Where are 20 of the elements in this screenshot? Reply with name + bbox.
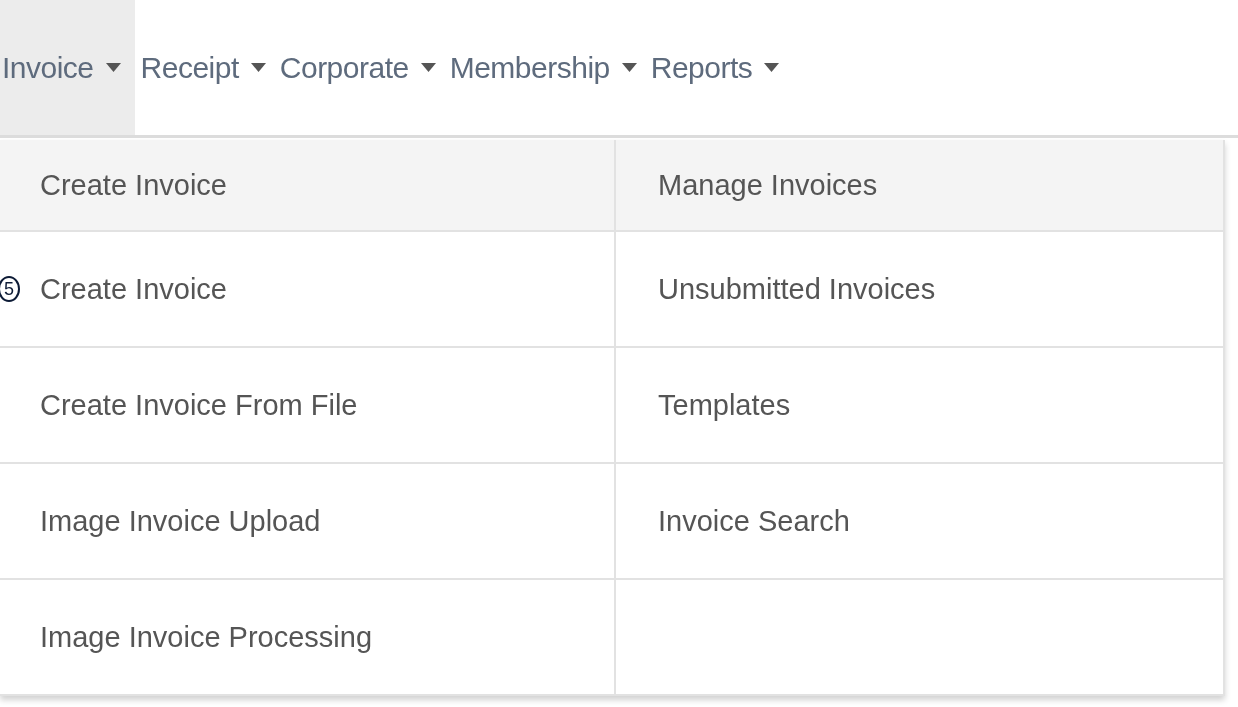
menu-item[interactable]: Image Invoice Processing [40,620,373,654]
nav-tab[interactable]: Corporate [277,0,448,135]
menu-column-header: Create Invoice [40,168,227,202]
menu-item[interactable]: Templates [658,388,791,422]
caret-icon [764,63,780,72]
menu-item[interactable]: Create Invoice [40,272,227,306]
nav-tab[interactable]: Membership [447,0,649,135]
nav-tab[interactable]: Reports [648,0,792,135]
nav-tab[interactable]: Invoice [0,0,135,135]
menu-column-header: Manage Invoices [658,168,878,202]
menu-item[interactable]: Image Invoice Upload [40,504,321,538]
caret-icon [250,63,266,72]
menu-item[interactable]: Create Invoice From File [40,388,358,422]
nav-tab[interactable]: Receipt [138,0,278,135]
caret-icon [621,63,637,72]
step-marker: 5 [0,276,20,302]
menu-item[interactable]: Unsubmitted Invoices [658,272,936,306]
menu-item[interactable]: Invoice Search [658,504,850,538]
caret-icon [420,63,436,72]
caret-icon [105,63,121,72]
